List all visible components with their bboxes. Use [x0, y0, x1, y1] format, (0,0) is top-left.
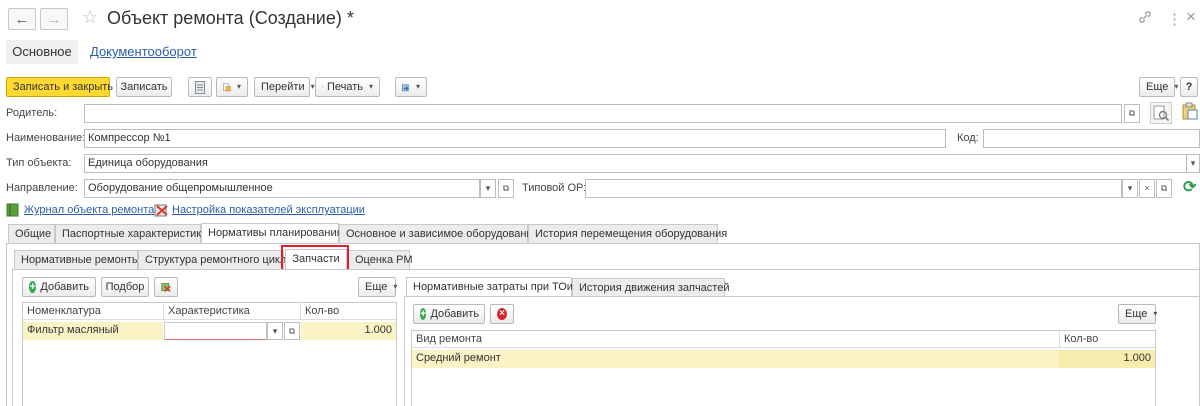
settings-link[interactable]: Настройка показателей эксплуатации [172, 204, 365, 216]
report-button[interactable] [188, 77, 212, 97]
save-close-button[interactable]: Записать и закрыть [6, 77, 113, 97]
link-icon[interactable] [1138, 10, 1152, 28]
parts-delete-button[interactable] [154, 277, 178, 297]
attach-icon [402, 83, 409, 91]
help-button[interactable]: ? [1180, 77, 1198, 97]
tab-equipment[interactable]: Основное и зависимое оборудование [339, 224, 539, 243]
forward-button[interactable]: → [40, 8, 68, 30]
costs-add-button[interactable]: + Добавить [413, 304, 485, 324]
search-doc-icon[interactable] [1150, 102, 1172, 124]
more-menu-icon[interactable]: ⋮ [1167, 10, 1182, 28]
name-field[interactable]: Компрессор №1 [84, 129, 946, 148]
type-dropdown-button[interactable]: ▾ [1186, 154, 1200, 173]
tab-planning[interactable]: Нормативы планирования [201, 223, 343, 243]
parent-field[interactable] [84, 104, 1122, 123]
parts-tab-highlight [281, 245, 349, 271]
parent-open-button[interactable]: ⧉ [1124, 104, 1140, 123]
add-icon: + [420, 308, 427, 320]
characteristic-dropdown-button[interactable]: ▾ [267, 322, 283, 340]
typical-label: Типовой ОР: [522, 182, 587, 194]
more-button[interactable]: Еще [1139, 77, 1175, 97]
print-button[interactable]: Печать [315, 77, 380, 97]
typical-clear-button[interactable]: × [1139, 179, 1155, 198]
close-icon[interactable]: × [1186, 7, 1196, 27]
parts-pick-button[interactable]: Подбор [101, 277, 149, 297]
tab-repair-cycle[interactable]: Структура ремонтного цикла [138, 250, 292, 269]
journal-link[interactable]: Журнал объекта ремонта [24, 204, 154, 216]
section-docflow-link[interactable]: Документооборот [90, 40, 197, 64]
table-row-qty[interactable]: 1.000 [301, 322, 396, 340]
parts-add-button[interactable]: + Добавить [22, 277, 96, 297]
tab-parts-movement[interactable]: История движения запчастей [572, 278, 729, 297]
tab-history[interactable]: История перемещения оборудования [528, 224, 727, 243]
parent-label: Родитель: [6, 107, 58, 119]
parts-more-button[interactable]: Еще [358, 277, 396, 297]
direction-label: Направление: [6, 182, 78, 194]
tab-normative-costs[interactable]: Нормативные затраты при ТОиР [406, 277, 580, 297]
typical-field[interactable] [585, 179, 1122, 198]
goto-button[interactable]: Перейти [254, 77, 310, 97]
clipboard-icon[interactable] [1182, 102, 1198, 123]
add-icon: + [29, 281, 37, 293]
tab-rm-assessment[interactable]: Оценка РМ [348, 250, 413, 269]
forward-arrow-icon: → [46, 10, 62, 28]
table-row-costs-qty[interactable]: 1.000 [1059, 350, 1155, 368]
report-icon [195, 80, 205, 94]
code-label: Код: [957, 132, 979, 144]
save-button[interactable]: Записать [116, 77, 172, 97]
section-main[interactable]: Основное [6, 40, 78, 64]
costs-more-button[interactable]: Еще [1118, 304, 1156, 324]
direction-open-button[interactable]: ⧉ [498, 179, 514, 198]
create-based-icon [223, 83, 231, 91]
back-arrow-icon: ← [14, 10, 30, 28]
delete-icon: × [497, 308, 507, 320]
tab-general[interactable]: Общие [8, 224, 55, 243]
star-icon[interactable]: ☆ [82, 7, 98, 28]
delete-grid-icon [161, 283, 171, 292]
type-label: Тип объекта: [6, 157, 72, 169]
tab-normative-repairs[interactable]: Нормативные ремонты [14, 250, 140, 269]
col-costs-qty: Кол-во [1059, 331, 1155, 348]
col-characteristic: Характеристика [163, 303, 300, 320]
create-based-button[interactable] [216, 77, 248, 97]
table-row-kind[interactable]: Средний ремонт [412, 350, 1059, 368]
direction-dropdown-button[interactable]: ▾ [480, 179, 496, 198]
direction-field[interactable]: Оборудование общепромышленное [84, 179, 480, 198]
back-button[interactable]: ← [8, 8, 36, 30]
characteristic-open-button[interactable]: ⧉ [284, 322, 300, 340]
costs-delete-button[interactable]: × [490, 304, 514, 324]
typical-open-button[interactable]: ⧉ [1156, 179, 1172, 198]
col-repair-kind: Вид ремонта [412, 331, 1059, 348]
type-field[interactable]: Единица оборудования [84, 154, 1188, 173]
journal-icon [6, 203, 19, 220]
characteristic-input[interactable] [164, 322, 267, 340]
name-label: Наименование: [6, 132, 86, 144]
typical-dropdown-button[interactable]: ▾ [1122, 179, 1138, 198]
refresh-icon[interactable]: ⟳ [1183, 177, 1196, 197]
col-qty: Кол-во [300, 303, 396, 320]
window-title: Объект ремонта (Создание) * [107, 8, 354, 28]
table-row-item[interactable]: Фильтр масляный [23, 322, 163, 340]
attach-button[interactable] [395, 77, 427, 97]
col-nomenclature: Номенклатура [23, 303, 163, 320]
settings-icon [154, 203, 169, 220]
code-field[interactable] [983, 129, 1200, 148]
printer-icon [322, 86, 323, 88]
tab-passport[interactable]: Паспортные характеристики [55, 224, 207, 243]
